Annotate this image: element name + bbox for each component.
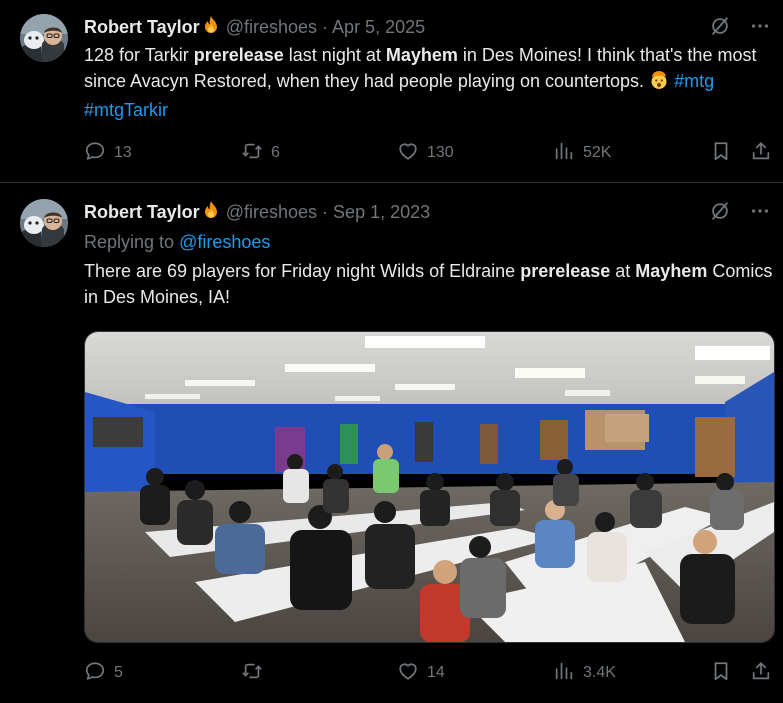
hashtag-link[interactable]: #mtg <box>674 71 714 91</box>
mention-link[interactable]: @fireshoes <box>179 232 270 252</box>
heart-icon <box>397 660 419 687</box>
repost-count: 6 <box>271 144 280 161</box>
text-segment: 128 for Tarkir <box>84 45 194 65</box>
tweet-photo[interactable] <box>84 331 775 643</box>
hashtag-link[interactable]: #mtgTarkir <box>84 100 168 120</box>
repost-icon <box>241 140 263 167</box>
text-bold: prerelease <box>193 45 284 65</box>
timestamp[interactable]: Apr 5, 2025 <box>332 17 425 37</box>
tweet-actions: 5 14 3.4K <box>84 659 774 687</box>
views-button[interactable]: 3.4K <box>553 659 616 687</box>
tweet[interactable]: Robert Taylor @fireshoes · Sep 1, 2023 R… <box>0 183 783 703</box>
heart-icon <box>397 140 419 167</box>
reply-icon <box>84 660 106 687</box>
grok-icon[interactable] <box>709 15 731 42</box>
separator: · <box>322 202 329 222</box>
exploding-head-emoji-icon <box>649 70 669 97</box>
reply-count: 13 <box>114 144 132 161</box>
repost-button[interactable]: 6 <box>241 139 280 167</box>
tweet[interactable]: Robert Taylor @fireshoes · Apr 5, 2025 1… <box>0 0 783 182</box>
tweet-actions: 13 6 130 52K <box>84 139 774 167</box>
share-button[interactable] <box>750 139 772 167</box>
bookmark-icon <box>710 660 732 687</box>
author-name[interactable]: Robert Taylor <box>84 202 200 222</box>
reply-icon <box>84 140 106 167</box>
repost-icon <box>241 660 263 687</box>
tweet-header: Robert Taylor @fireshoes · Apr 5, 2025 <box>84 15 425 40</box>
header-actions <box>709 15 771 42</box>
repost-button[interactable] <box>241 659 271 687</box>
text-bold: prerelease <box>520 261 611 281</box>
view-count: 52K <box>583 144 612 161</box>
reply-button[interactable]: 5 <box>84 659 123 687</box>
like-button[interactable]: 130 <box>397 139 454 167</box>
text-bold: Mayhem <box>385 45 458 65</box>
like-count: 130 <box>427 144 454 161</box>
tweet-text: 128 for Tarkir prerelease last night at … <box>84 42 774 123</box>
replying-to: Replying to @fireshoes <box>84 230 270 254</box>
avatar[interactable] <box>20 14 68 62</box>
like-button[interactable]: 14 <box>397 659 445 687</box>
views-icon <box>553 140 575 167</box>
share-icon <box>750 140 772 167</box>
grok-icon[interactable] <box>709 200 731 227</box>
author-handle[interactable]: @fireshoes <box>226 17 317 37</box>
view-count: 3.4K <box>583 664 616 681</box>
header-actions <box>709 200 771 227</box>
fire-emoji-icon <box>201 15 221 40</box>
like-count: 14 <box>427 664 445 681</box>
text-segment: at <box>610 261 636 281</box>
tweet-header: Robert Taylor @fireshoes · Sep 1, 2023 <box>84 200 430 225</box>
separator: · <box>322 17 329 37</box>
fire-emoji-icon <box>201 200 221 225</box>
avatar[interactable] <box>20 199 68 247</box>
text-segment: last night at <box>283 45 386 65</box>
text-segment: There are 69 players for Friday night Wi… <box>84 261 521 281</box>
bookmark-button[interactable] <box>710 659 732 687</box>
views-icon <box>553 660 575 687</box>
more-options-icon[interactable] <box>749 200 771 227</box>
author-handle[interactable]: @fireshoes <box>226 202 317 222</box>
more-options-icon[interactable] <box>749 15 771 42</box>
reply-count: 5 <box>114 664 123 681</box>
bookmark-button[interactable] <box>710 139 732 167</box>
reply-button[interactable]: 13 <box>84 139 132 167</box>
replying-label: Replying to <box>84 232 180 252</box>
text-bold: Mayhem <box>635 261 708 281</box>
views-button[interactable]: 52K <box>553 139 611 167</box>
bookmark-icon <box>710 140 732 167</box>
author-name[interactable]: Robert Taylor <box>84 17 200 37</box>
share-icon <box>750 660 772 687</box>
tweet-text: There are 69 players for Friday night Wi… <box>84 258 774 310</box>
share-button[interactable] <box>750 659 772 687</box>
timestamp[interactable]: Sep 1, 2023 <box>333 202 430 222</box>
